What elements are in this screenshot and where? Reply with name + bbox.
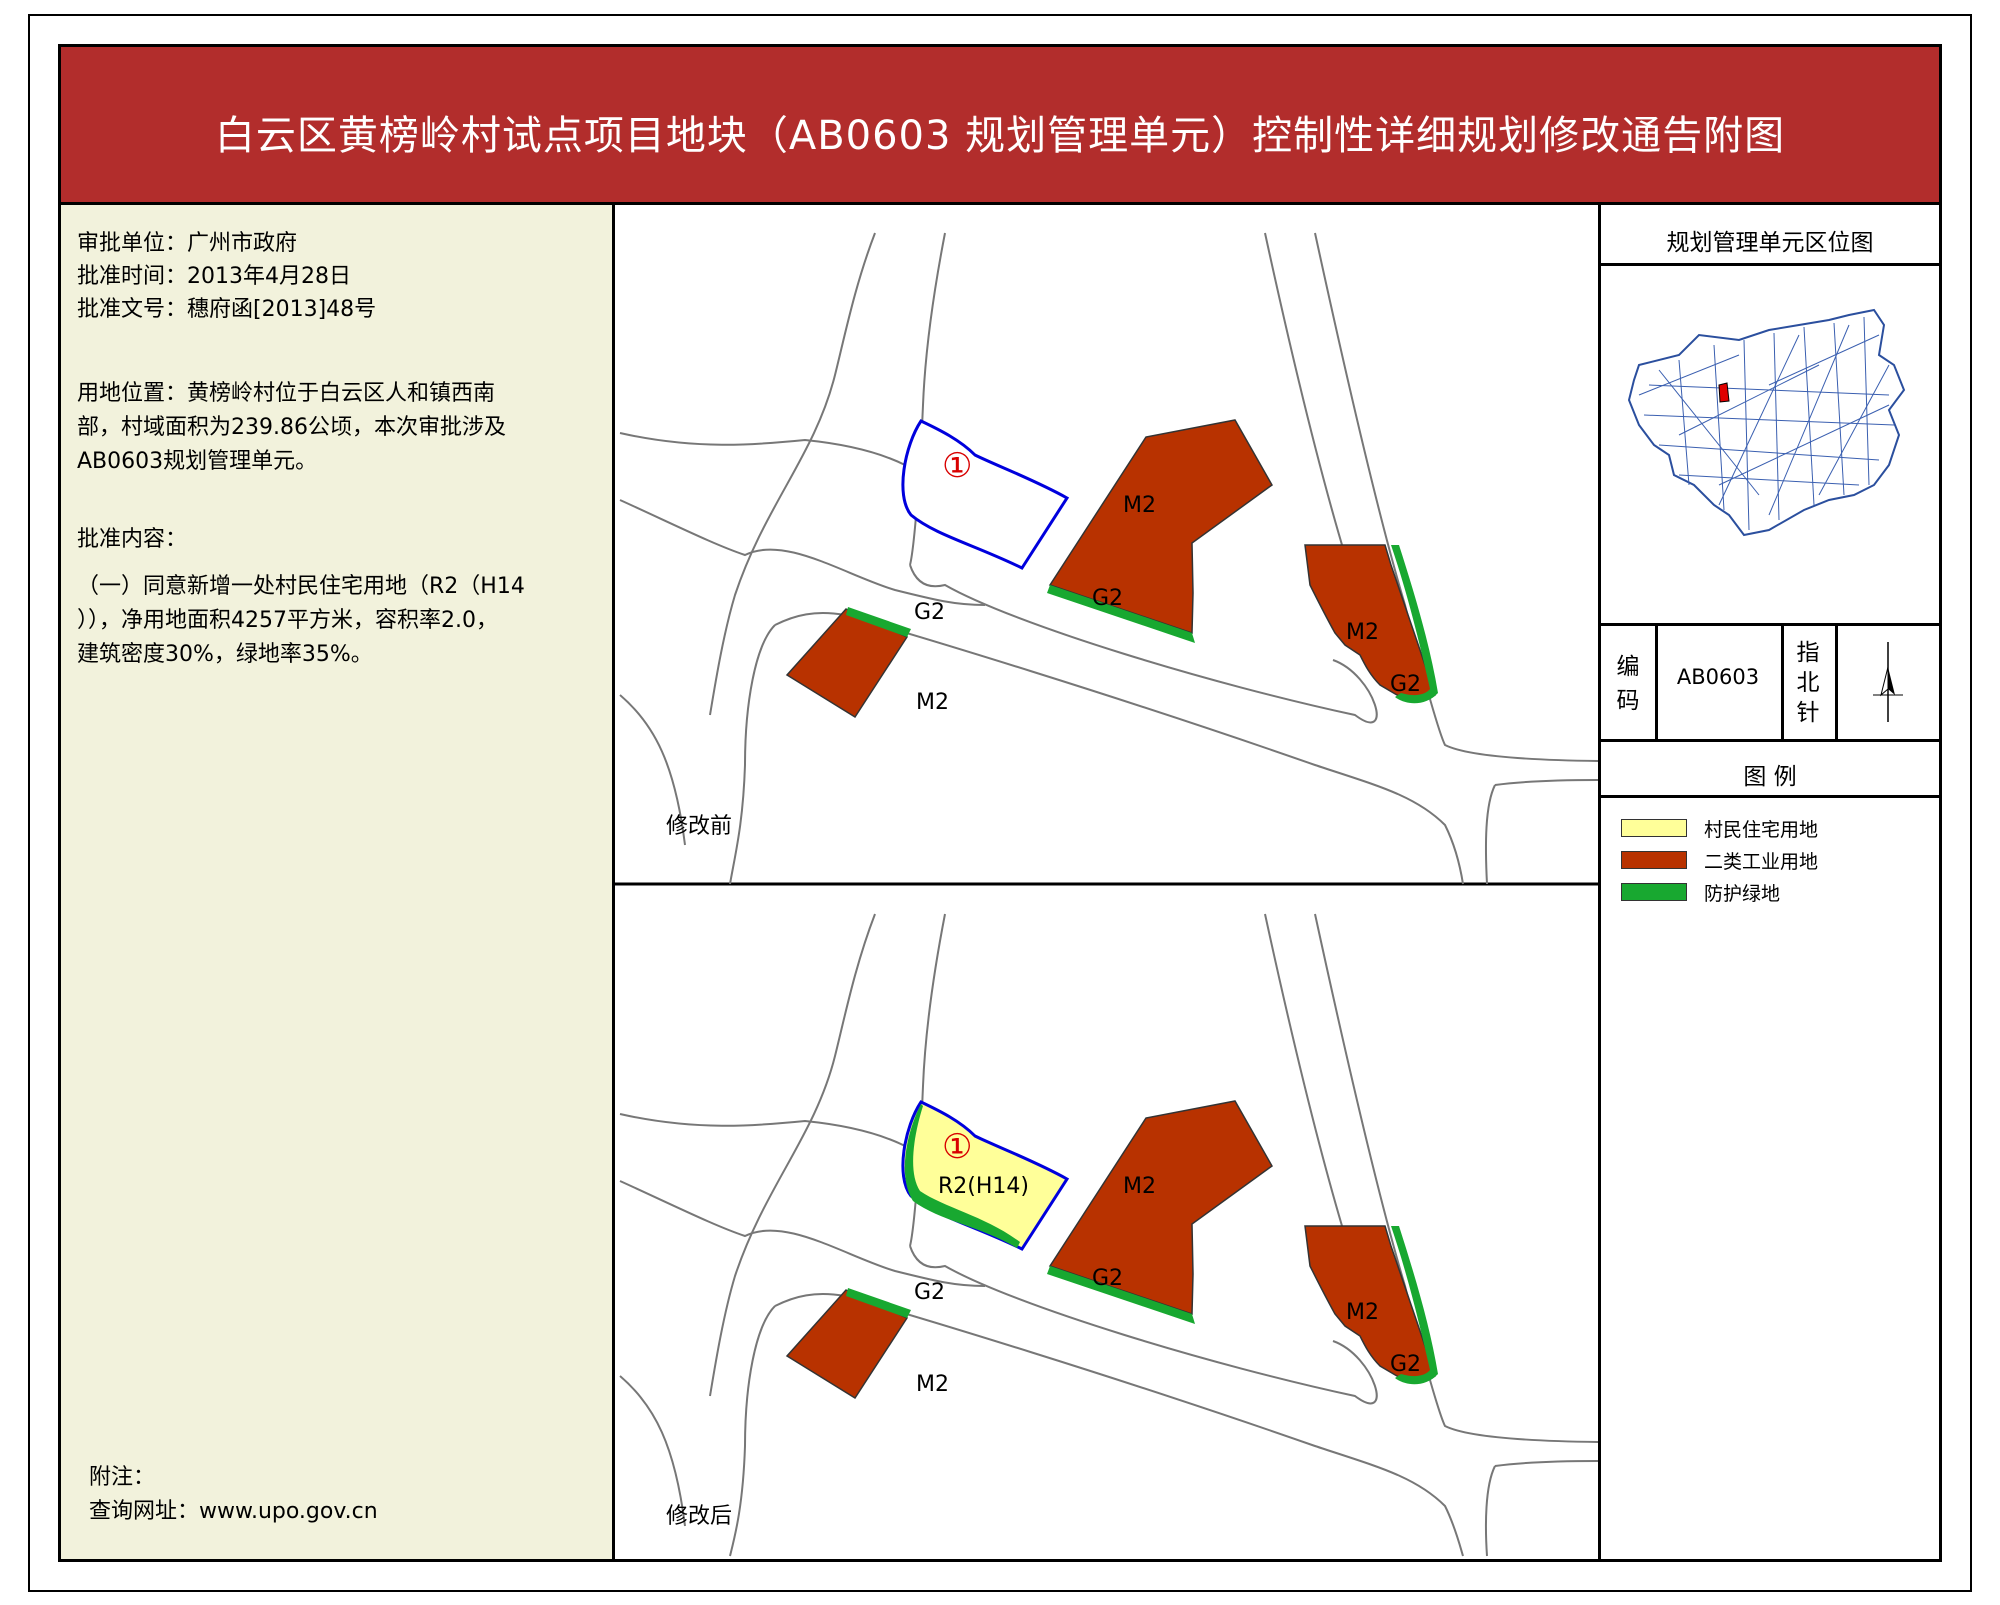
location-map-heading: 规划管理单元区位图: [1666, 230, 1874, 256]
label-after: 修改后: [666, 1504, 733, 1529]
location-mini-map: [1627, 308, 1906, 537]
approval-date: 批准时间：2013年4月28日: [77, 264, 351, 289]
label-g2-right-after: G2: [1390, 1352, 1422, 1377]
divider: [1601, 263, 1939, 266]
label-g2-small-after: G2: [914, 1280, 946, 1305]
label-before: 修改前: [666, 814, 733, 839]
location-text-1: 用地位置：黄榜岭村位于白云区人和镇西南: [77, 381, 496, 406]
label-m2-right-before: M2: [1346, 620, 1379, 645]
legend-label-green: 防护绿地: [1704, 883, 1781, 905]
legend-label-industrial: 二类工业用地: [1704, 851, 1819, 873]
approval-unit: 审批单位：广州市政府: [77, 231, 298, 256]
label-m2-large-before: M2: [1123, 493, 1156, 518]
parcel-1-boundary: [901, 419, 1070, 570]
side-panel: 规划管理单元区位图 编 码 AB0603 指 北 针 图 例 村民住宅用地 二类…: [1598, 205, 1939, 1559]
legend-swatch-industrial: [1621, 851, 1687, 869]
map-before: [619, 232, 1598, 885]
label-m2-small-after: M2: [916, 1372, 949, 1397]
content-text-3: 建筑密度30%，绿地率35%。: [77, 642, 373, 667]
divider: [1601, 623, 1939, 626]
label-m2-right-after: M2: [1346, 1300, 1379, 1325]
approval-doc-number: 批准文号：穗府函[2013]48号: [77, 297, 377, 322]
unit-code: AB0603: [1676, 665, 1760, 689]
label-g2-right-before: G2: [1390, 672, 1422, 697]
label-g2-large-before: G2: [1092, 586, 1124, 611]
north-label-3: 针: [1796, 700, 1820, 726]
content-heading: 批准内容：: [77, 527, 188, 552]
divider: [1835, 623, 1838, 739]
location-text-2: 部，村域面积为239.86公顷，本次审批涉及: [77, 415, 506, 440]
legend-heading: 图 例: [1743, 764, 1797, 790]
legend-swatch-green: [1621, 883, 1687, 901]
location-text-3: AB0603规划管理单元。: [77, 449, 318, 474]
info-panel: 审批单位：广州市政府 批准时间：2013年4月28日 批准文号：穗府函[2013…: [61, 205, 615, 1559]
page-title: 白云区黄榜岭村试点项目地块（AB0603 规划管理单元）控制性详细规划修改通告附…: [214, 113, 1786, 159]
planning-maps: [615, 232, 1598, 1557]
label-m2-small-before: M2: [916, 690, 949, 715]
legend-label-residential: 村民住宅用地: [1704, 819, 1819, 841]
divider: [1601, 795, 1939, 798]
map-after: [619, 913, 1598, 1557]
label-g2-small-before: G2: [914, 600, 946, 625]
north-label-2: 北: [1796, 670, 1820, 696]
title-bar: 白云区黄榜岭村试点项目地块（AB0603 规划管理单元）控制性详细规划修改通告附…: [61, 47, 1939, 205]
note-heading: 附注：: [89, 1465, 156, 1490]
legend-swatch-residential: [1621, 819, 1687, 837]
label-g2-large-after: G2: [1092, 1266, 1124, 1291]
parcel-marker-after: ①: [942, 1127, 973, 1167]
content-text-1: （一）同意新增一处村民住宅用地（R2（H14: [77, 574, 525, 599]
note-url: 查询网址：www.upo.gov.cn: [89, 1499, 378, 1524]
label-r2-after: R2(H14): [938, 1174, 1029, 1199]
north-label-1: 指: [1796, 640, 1820, 666]
divider: [1601, 739, 1939, 742]
district-outline: [1627, 308, 1906, 537]
code-label-2: 码: [1616, 688, 1640, 714]
code-label-1: 编: [1616, 654, 1640, 680]
label-m2-large-after: M2: [1123, 1174, 1156, 1199]
unit-highlight: [1718, 382, 1730, 403]
content-text-2: ）），净用地面积4257平方米，容积率2.0，: [77, 608, 498, 633]
north-arrow-icon: [1873, 642, 1903, 722]
parcel-marker-before: ①: [942, 446, 973, 486]
